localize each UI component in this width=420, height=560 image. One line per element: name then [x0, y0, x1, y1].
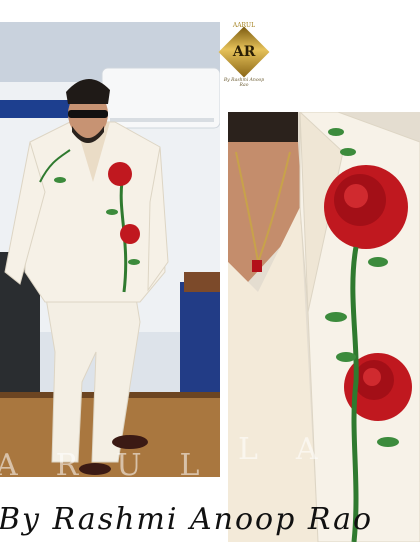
watermark-right: LA [238, 432, 356, 467]
logo-monogram: AR [232, 44, 256, 60]
right-photo-scene [228, 112, 420, 542]
left-photo-scene [0, 22, 220, 477]
left-photo: ARUL [0, 22, 220, 477]
signature-script: By Rashmi Anoop Rao [0, 502, 373, 537]
signature: By Rashmi Anoop Rao [0, 487, 420, 547]
brand-logo: AARUL AR By Rashmi Anoop Rao [218, 20, 270, 100]
logo-subtitle: By Rashmi Anoop Rao [223, 78, 265, 88]
signature-text: By Rashmi Anoop Rao [0, 502, 373, 537]
logo-emblem: AR [218, 26, 270, 78]
watermark-left: ARUL [0, 448, 220, 477]
right-photo: LA [228, 112, 420, 542]
rose-embroidery-top [324, 165, 408, 249]
